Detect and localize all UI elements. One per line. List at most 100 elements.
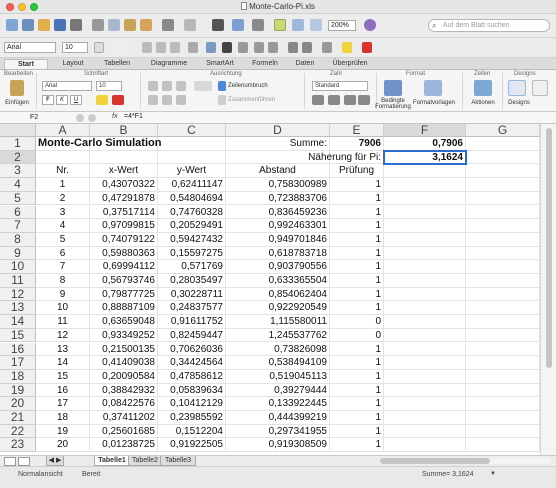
row-header-19[interactable]: 19 [0,383,36,398]
font-color-icon[interactable] [362,42,372,53]
data-cell[interactable]: 0,74079122 [90,232,158,247]
spreadsheet-grid[interactable]: A B C D E F G 1 2 3 4 5 6 7 8 9 10 11 12 13 14 15 16 17 18 19 20 21… [0,124,540,455]
grid-cell[interactable] [466,150,540,165]
ribbon-align-center-icon[interactable] [162,81,172,91]
tab-daten[interactable]: Daten [290,59,320,69]
column-label-cell[interactable]: x-Wert [90,164,158,179]
save-icon[interactable] [54,19,66,31]
row-header-1[interactable]: 1 [0,136,36,151]
ribbon-font-color-icon[interactable] [112,95,124,105]
data-cell[interactable]: 0,903790556 [226,260,330,274]
grid-cell[interactable] [384,411,466,425]
toolbox-icon[interactable] [310,19,322,31]
grid-cell[interactable] [466,205,540,220]
data-cell[interactable]: 1 [330,191,384,206]
sheet-tab-tabelle1[interactable]: Tabelle1 [94,456,130,466]
number-format-select[interactable]: Standard [312,81,368,91]
grid-cell[interactable] [466,178,540,192]
row-header-5[interactable]: 5 [0,191,36,206]
column-header-a[interactable]: A [36,124,90,137]
name-box[interactable]: F2 [2,113,62,123]
data-cell[interactable]: 0,47291878 [90,191,158,206]
help-icon[interactable] [364,19,376,31]
data-cell[interactable]: 0,37411202 [90,411,158,425]
ribbon-align-right-icon[interactable] [176,81,186,91]
data-cell[interactable]: 0,82459447 [158,328,226,343]
formula-input[interactable]: =4*F1 [124,113,143,120]
data-cell[interactable]: 0,62411147 [158,178,226,192]
data-cell[interactable]: 1 [36,178,90,192]
ribbon-font-select[interactable]: Arial [42,81,92,91]
column-label-cell[interactable]: Abstand [226,164,330,179]
row-header-15[interactable]: 15 [0,328,36,343]
fill-color-icon[interactable] [342,42,352,53]
undo-icon[interactable] [162,19,174,31]
data-cell[interactable]: 0,05839634 [158,383,226,398]
data-cell[interactable]: 0,01238725 [90,438,158,453]
grid-cell[interactable] [466,328,540,343]
cell-actions-icon[interactable] [474,80,492,96]
sheet-nav-arrows[interactable]: ◀ ▶ [46,456,64,466]
row-header-17[interactable]: 17 [0,355,36,370]
wrap-text-label[interactable]: Zeilenumbruch [228,83,268,89]
merge-cells-label[interactable]: Zusammenführen [228,97,275,103]
row-header-18[interactable]: 18 [0,369,36,384]
grid-cell[interactable] [36,150,90,165]
paste-button-label[interactable]: Einfügen [0,100,34,106]
grid-cell[interactable] [384,383,466,398]
data-cell[interactable]: 0,54804694 [158,191,226,206]
data-cell[interactable]: 0,20529491 [158,219,226,233]
row-header-7[interactable]: 7 [0,218,36,233]
filter-icon[interactable] [252,19,264,31]
decimal-decrease-icon[interactable] [268,42,278,53]
underline-button[interactable] [122,42,132,53]
row-header-9[interactable]: 9 [0,246,36,261]
cut-icon[interactable] [92,19,104,31]
column-label-cell[interactable]: Prüfung [330,164,384,179]
column-header-c[interactable]: C [158,124,226,137]
data-cell[interactable]: 0,93349252 [90,328,158,343]
sheet-title-cell[interactable]: Monte-Carlo Simulation [36,137,236,151]
chevron-down-icon[interactable]: ▼ [490,471,496,477]
copy-icon[interactable] [108,19,120,31]
grid-cell[interactable] [384,164,466,179]
column-header-g[interactable]: G [466,124,540,137]
ribbon-outdent-icon[interactable] [162,95,172,105]
cell-styles-icon[interactable] [424,80,442,96]
data-cell[interactable]: 0,25601685 [90,424,158,439]
data-cell[interactable]: 1 [330,274,384,288]
data-cell[interactable]: 0,922920549 [226,301,330,316]
data-cell[interactable]: 1 [330,178,384,192]
sort-icon[interactable] [232,19,244,31]
data-cell[interactable]: 2 [36,191,90,206]
data-cell[interactable]: 1,115580011 [226,315,330,329]
data-cell[interactable]: 0,34424564 [158,356,226,370]
grid-cell[interactable] [466,315,540,329]
row-header-23[interactable]: 23 [0,438,36,453]
data-cell[interactable]: 17 [36,397,90,411]
data-cell[interactable]: 1 [330,301,384,316]
grid-cell[interactable] [466,383,540,398]
data-cell[interactable]: 0,63659048 [90,315,158,329]
grid-cell[interactable] [466,342,540,357]
summe-label-cell[interactable]: Summe: [226,137,330,151]
row-header-20[interactable]: 20 [0,397,36,411]
data-cell[interactable]: 4 [36,219,90,233]
decimal-adjust-icon[interactable] [358,95,370,105]
grid-cell[interactable] [384,438,466,453]
ribbon-align-left-icon[interactable] [148,81,158,91]
column-label-cell[interactable]: y-Wert [158,164,226,179]
grid-cell[interactable] [384,219,466,233]
format-painter-icon[interactable] [140,19,152,31]
font-family-select[interactable]: Arial [4,42,56,53]
outdent-icon[interactable] [288,42,298,53]
grid-cell[interactable] [384,342,466,357]
wrap-text-icon[interactable] [218,81,226,91]
column-header-d[interactable]: D [226,124,330,137]
align-right-icon[interactable] [170,42,180,53]
grid-cell[interactable] [466,191,540,206]
data-cell[interactable]: 0,56793746 [90,274,158,288]
percent-icon[interactable] [328,95,340,105]
data-cell[interactable]: 0,79877725 [90,287,158,302]
data-cell[interactable]: 0,69994112 [90,260,158,274]
